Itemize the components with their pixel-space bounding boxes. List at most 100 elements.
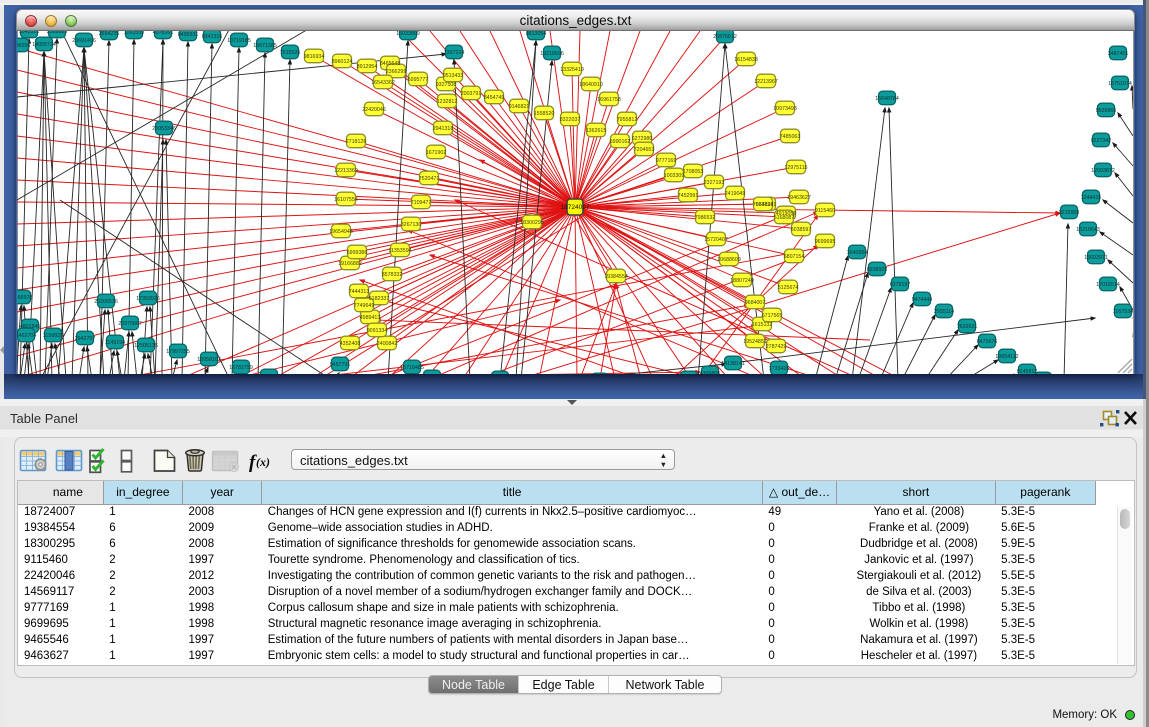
svg-text:2366299: 2366299 [386,69,407,75]
svg-text:7986532: 7986532 [695,215,716,221]
svg-text:8938923: 8938923 [867,267,888,273]
svg-text:8454749: 8454749 [484,95,505,101]
svg-text:9166978: 9166978 [17,295,32,301]
svg-text:20876812: 20876812 [713,34,737,40]
svg-text:8495931: 8495931 [178,32,199,38]
svg-text:18300295: 18300295 [520,220,544,226]
svg-text:18724007: 18724007 [561,204,590,211]
svg-text:6999386: 6999386 [347,250,368,256]
svg-text:4352408: 4352408 [340,341,361,347]
svg-text:19384554: 19384554 [604,274,628,280]
svg-text:8578332: 8578332 [382,272,403,278]
svg-text:4801845: 4801845 [20,324,41,330]
svg-text:(x): (x) [256,455,270,469]
svg-text:6038597: 6038597 [791,227,812,233]
svg-text:1462704: 1462704 [17,333,36,339]
svg-text:1671902: 1671902 [426,150,447,156]
svg-text:8471676: 8471676 [977,339,998,345]
svg-text:3389083: 3389083 [47,31,68,35]
svg-text:12213967: 12213967 [754,79,778,85]
svg-text:7444313: 7444313 [349,289,370,295]
svg-text:9529966: 9529966 [1096,108,1117,114]
svg-text:2654235: 2654235 [99,31,120,37]
svg-text:2419049: 2419049 [725,191,746,197]
svg-text:20691406: 20691406 [72,38,96,44]
svg-text:19166882: 19166882 [338,261,362,267]
svg-text:4989413: 4989413 [360,315,381,321]
svg-text:7485063: 7485063 [780,134,801,140]
svg-text:7515526: 7515526 [280,50,301,56]
svg-text:3215958: 3215958 [1059,210,1080,216]
svg-text:1708053: 1708053 [683,169,704,175]
svg-text:1733426: 1733426 [769,366,790,372]
svg-text:16210643: 16210643 [1076,227,1100,233]
svg-text:6807154: 6807154 [784,254,805,260]
svg-text:13325419: 13325419 [560,67,584,73]
svg-text:6717565: 6717565 [762,313,783,319]
svg-text:12505135: 12505135 [134,343,158,349]
svg-text:9115460: 9115460 [815,208,835,214]
svg-text:1161559: 1161559 [124,31,144,36]
svg-text:16154838: 16154838 [734,57,758,63]
svg-text:1043321: 1043321 [19,31,40,35]
svg-text:1244415: 1244415 [1081,195,1102,201]
svg-text:16782759: 16782759 [229,365,253,371]
svg-text:9245812: 9245812 [1017,369,1038,374]
svg-text:7034824: 7034824 [753,202,774,208]
svg-text:2787429: 2787429 [766,344,787,350]
svg-text:14138141: 14138141 [721,361,745,367]
svg-text:3267130: 3267130 [401,222,422,228]
svg-text:9684007: 9684007 [745,300,766,306]
svg-text:10719185: 10719185 [227,38,251,44]
svg-text:15751074: 15751074 [1108,81,1132,87]
svg-text:16033809: 16033809 [396,31,420,37]
svg-text:9091334: 9091334 [367,328,388,334]
svg-text:6990162: 6990162 [610,139,631,145]
svg-text:6995777: 6995777 [408,77,429,83]
svg-text:8465648: 8465648 [380,61,401,67]
svg-text:19463627: 19463627 [787,195,811,201]
svg-text:10688609: 10688609 [717,257,741,263]
svg-text:1167534: 1167534 [1113,309,1133,315]
svg-text:7109477: 7109477 [411,200,432,206]
svg-text:12975115: 12975115 [784,165,807,171]
svg-text:11353594: 11353594 [388,248,411,254]
svg-text:1232812: 1232812 [437,99,458,105]
svg-text:9777169: 9777169 [656,158,677,164]
svg-text:1558520: 1558520 [534,111,555,117]
svg-text:12093872: 12093872 [1091,168,1115,174]
svg-text:9474444: 9474444 [912,297,933,303]
svg-text:7204653: 7204653 [634,147,655,153]
svg-text:18640910: 18640910 [579,82,603,88]
svg-text:9513433: 9513433 [443,73,464,79]
svg-text:17359926: 17359926 [136,296,160,302]
svg-text:20053346: 20053346 [152,126,176,132]
svg-text:9227342: 9227342 [1091,138,1112,144]
svg-text:7452991: 7452991 [678,193,699,199]
svg-text:1003309: 1003309 [664,173,685,179]
svg-text:1145194: 1145194 [105,340,125,346]
svg-text:18807249: 18807249 [730,278,754,284]
svg-text:16671385: 16671385 [253,43,277,49]
svg-text:2935114: 2935114 [934,309,954,315]
svg-text:9146821: 9146821 [509,104,530,110]
svg-text:2942757: 2942757 [75,336,96,342]
svg-text:15720407: 15720407 [704,237,728,243]
svg-text:20975867: 20975867 [118,321,142,327]
svg-text:7955812: 7955812 [617,117,638,123]
svg-text:22420046: 22420046 [362,107,386,113]
svg-text:1640954: 1640954 [847,250,868,256]
svg-text:8322037: 8322037 [560,117,581,123]
svg-text:10654112: 10654112 [995,354,1018,360]
svg-text:8813054: 8813054 [526,31,547,37]
svg-text:7520471: 7520471 [419,176,440,182]
svg-text:16648784: 16648784 [875,96,899,102]
svg-text:2718126: 2718126 [346,139,367,145]
svg-text:9816934: 9816934 [304,54,325,60]
svg-text:12213369: 12213369 [334,168,358,174]
svg-text:9457791: 9457791 [330,362,351,368]
svg-text:10973493: 10973493 [773,106,797,112]
svg-text:9699695: 9699695 [815,239,836,245]
svg-text:1362615: 1362615 [586,128,607,134]
svg-text:19524851: 19524851 [743,339,767,345]
